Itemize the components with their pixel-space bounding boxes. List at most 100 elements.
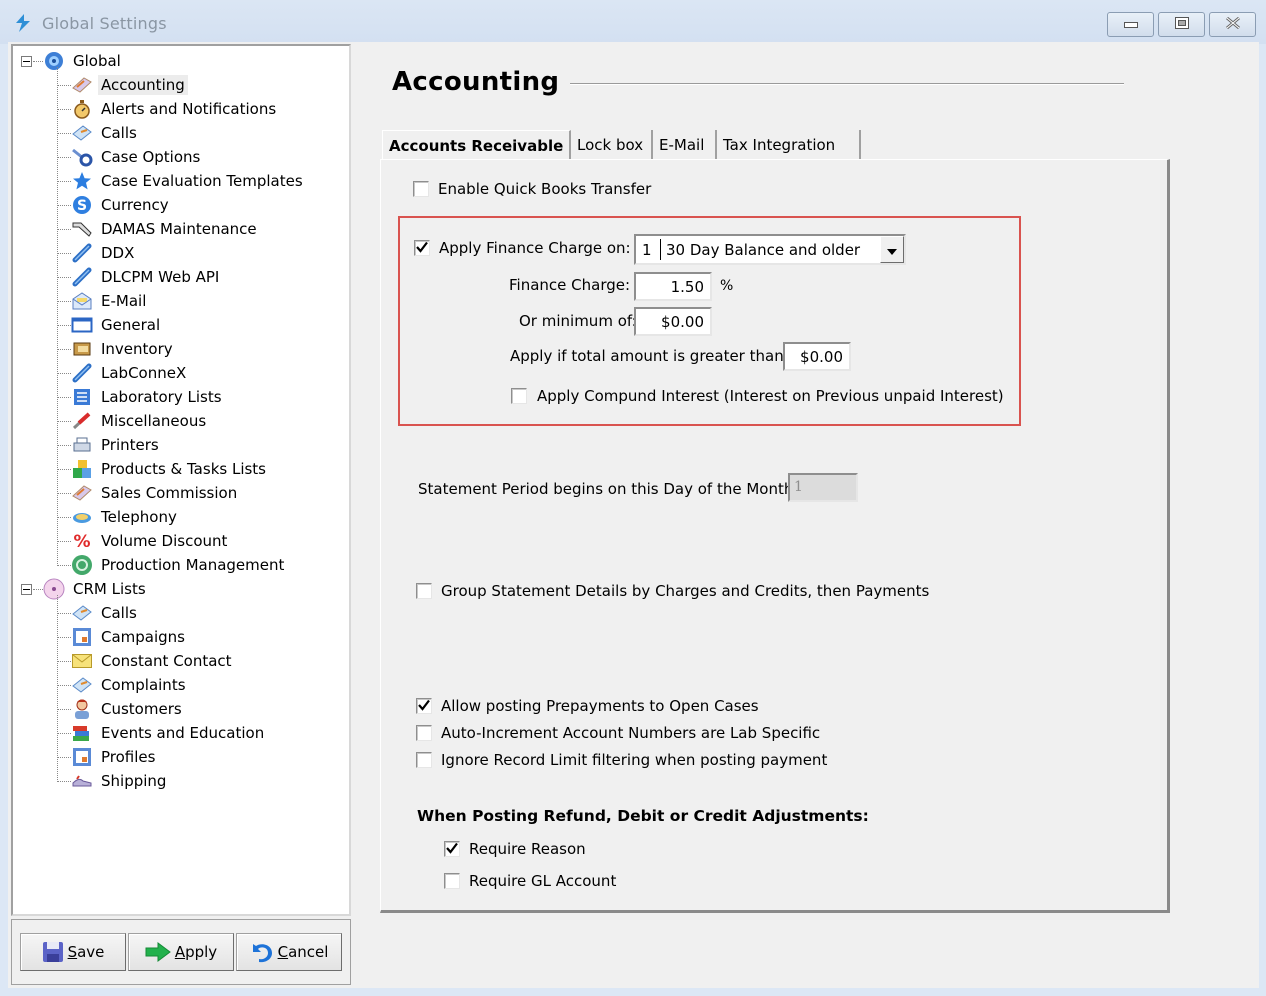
tree-connector (57, 469, 71, 470)
heading-divider (570, 83, 1124, 85)
tree-item-label: Events and Education (101, 724, 265, 742)
close-icon (1225, 16, 1241, 32)
blocks-icon (71, 458, 93, 480)
enable-quickbooks-label: Enable Quick Books Transfer (438, 180, 652, 198)
svg-text:%: % (73, 532, 90, 551)
disc-icon (43, 578, 65, 600)
books-icon (71, 722, 93, 744)
compound-interest-checkbox[interactable] (511, 388, 527, 404)
require-gl-account-checkbox[interactable] (444, 873, 460, 889)
tree-connector (57, 565, 71, 566)
tree-item[interactable]: Products & Tasks Lists (71, 458, 269, 480)
tree-item[interactable]: General (71, 314, 163, 336)
tree-connector (57, 781, 71, 782)
tree-item[interactable]: Alerts and Notifications (71, 98, 279, 120)
tree-connector (57, 397, 71, 398)
maximize-button[interactable] (1158, 12, 1205, 37)
knife-icon (71, 410, 93, 432)
tree-connector (57, 445, 71, 446)
tree-item[interactable]: Case Options (71, 146, 203, 168)
statement-period-input[interactable]: 1 (788, 473, 858, 502)
tree-item[interactable]: Case Evaluation Templates (71, 170, 306, 192)
ignore-record-limit-checkbox[interactable] (416, 752, 432, 768)
tree-item[interactable]: Constant Contact (71, 650, 235, 672)
tree-item[interactable]: Campaigns (71, 626, 188, 648)
minimum-charge-input[interactable]: $0.00 (634, 307, 712, 336)
group-statement-checkbox[interactable] (416, 583, 432, 599)
tree-group-0[interactable]: Global (43, 50, 124, 72)
apply-button[interactable]: Apply (128, 933, 234, 971)
minimize-button[interactable] (1107, 12, 1154, 37)
tree-item[interactable]: Calls (71, 122, 140, 144)
tree-item[interactable]: E-Mail (71, 290, 149, 312)
tree-item-label: Production Management (101, 556, 285, 574)
tree-item-label: DLCPM Web API (101, 268, 220, 286)
finance-charge-input[interactable]: 1.50 (634, 272, 712, 301)
tree-connector (57, 67, 58, 566)
tree-connector (57, 229, 71, 230)
close-button[interactable] (1209, 12, 1256, 37)
tab-email[interactable]: E-Mail (653, 130, 717, 160)
phone-note-icon (71, 602, 93, 624)
require-gl-account-label: Require GL Account (469, 872, 617, 890)
floppy-disk-icon (42, 941, 64, 963)
envelope-open-icon (71, 290, 93, 312)
green-arrow-icon (145, 942, 171, 962)
tree-item[interactable]: % Volume Discount (71, 530, 230, 552)
tab-accounts-receivable[interactable]: Accounts Receivable (382, 130, 571, 160)
tree-item-label: E-Mail (101, 292, 147, 310)
allow-prepayments-checkbox[interactable] (416, 698, 432, 714)
tree-item-label: Case Options (101, 148, 201, 166)
threshold-input[interactable]: $0.00 (783, 342, 851, 371)
tree-item[interactable]: LabConneX (71, 362, 189, 384)
tree-item[interactable]: Inventory (71, 338, 176, 360)
ledger-icon (71, 74, 93, 96)
tree-item[interactable]: DAMAS Maintenance (71, 218, 260, 240)
settings-tree-panel[interactable]: Global Accounting Alerts and Notificatio… (11, 44, 351, 916)
select-value: 30 Day Balance and older (666, 241, 861, 259)
tree-item[interactable]: Production Management (71, 554, 287, 576)
tree-item[interactable]: DDX (71, 242, 137, 264)
apply-finance-charge-checkbox[interactable] (414, 240, 430, 256)
tree-item-label: General (101, 316, 161, 334)
save-button[interactable]: Save (20, 933, 126, 971)
tree-item[interactable]: Telephony (71, 506, 180, 528)
tree-item[interactable]: Sales Commission (71, 482, 240, 504)
tree-item[interactable]: Customers (71, 698, 185, 720)
threshold-label: Apply if total amount is greater than: (510, 347, 789, 365)
tree-expander[interactable] (21, 56, 32, 67)
enable-quickbooks-checkbox[interactable] (413, 181, 429, 197)
tree-item[interactable]: Shipping (71, 770, 169, 792)
tools-icon (71, 146, 93, 168)
statement-period-label: Statement Period begins on this Day of t… (418, 480, 799, 498)
tree-item[interactable]: Events and Education (71, 722, 267, 744)
tree-item[interactable]: S Currency (71, 194, 172, 216)
tab-label: Accounts Receivable (389, 136, 564, 155)
phone-note-icon (71, 122, 93, 144)
dropdown-arrow-button[interactable] (880, 236, 904, 263)
finance-charge-period-select[interactable]: 1 30 Day Balance and older (634, 234, 906, 265)
tree-item[interactable]: Accounting (71, 74, 188, 96)
tree-item-label: Products & Tasks Lists (101, 460, 266, 478)
tab-tax-integration[interactable]: Tax Integration (717, 130, 861, 160)
cancel-button[interactable]: Cancel (236, 933, 342, 971)
tab-lock-box[interactable]: Lock box (571, 130, 653, 160)
tree-connector (57, 253, 71, 254)
tree-item-label: Calls (101, 124, 137, 142)
tree-item[interactable]: Complaints (71, 674, 189, 696)
tree-item[interactable]: Profiles (71, 746, 158, 768)
tree-connector (57, 133, 71, 134)
stopwatch-icon (71, 98, 93, 120)
tree-connector (57, 685, 71, 686)
tree-item[interactable]: Printers (71, 434, 162, 456)
tree-expander[interactable] (21, 584, 32, 595)
tree-group-1[interactable]: CRM Lists (43, 578, 149, 600)
tree-item[interactable]: Miscellaneous (71, 410, 209, 432)
tree-item[interactable]: Calls (71, 602, 140, 624)
tree-item[interactable]: Laboratory Lists (71, 386, 225, 408)
require-reason-checkbox[interactable] (444, 841, 460, 857)
tree-item[interactable]: DLCPM Web API (71, 266, 222, 288)
app-logo-icon (13, 13, 33, 33)
auto-increment-checkbox[interactable] (416, 725, 432, 741)
apply-label: Apply (174, 943, 218, 961)
